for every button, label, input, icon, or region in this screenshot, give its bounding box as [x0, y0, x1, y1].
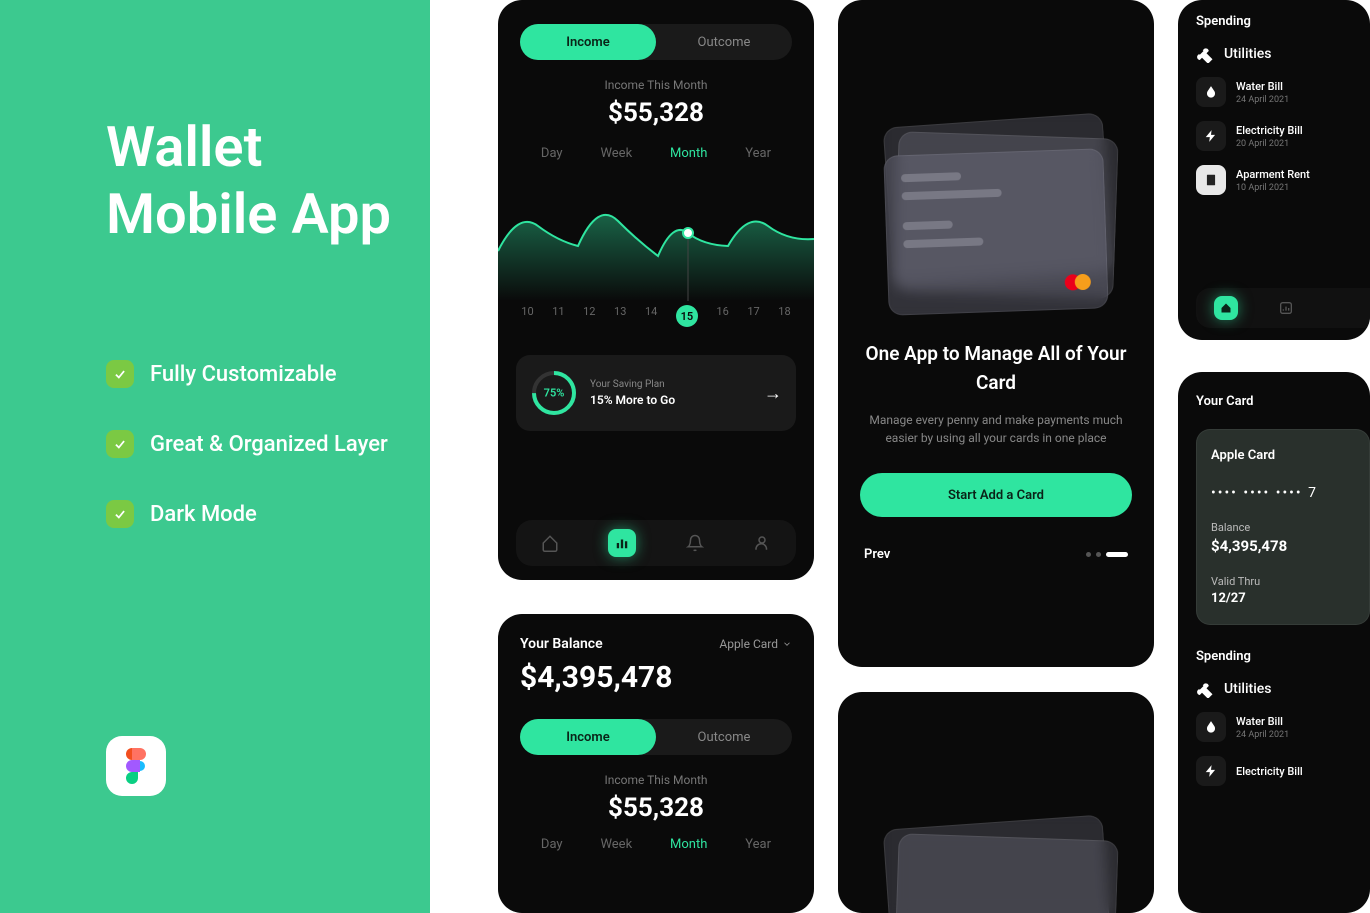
- chart-icon[interactable]: [608, 529, 636, 557]
- tools-icon: [1196, 680, 1214, 698]
- bolt-icon: [1196, 756, 1226, 786]
- tab-year[interactable]: Year: [745, 146, 771, 161]
- feature-list: Fully Customizable Great & Organized Lay…: [106, 360, 388, 570]
- tab-day[interactable]: Day: [541, 146, 563, 161]
- check-icon: [106, 430, 134, 458]
- income-label: Income This Month: [498, 773, 814, 787]
- mastercard-icon: [1062, 272, 1093, 297]
- balance-amount: $4,395,478: [520, 660, 792, 695]
- chart-icon[interactable]: [1278, 300, 1294, 316]
- bell-icon[interactable]: [686, 534, 704, 552]
- add-card-button[interactable]: Start Add a Card: [860, 473, 1132, 517]
- balance-label: Your Balance: [520, 636, 603, 652]
- list-item[interactable]: Water Bill24 April 2021: [1196, 712, 1352, 742]
- arrow-right-icon: →: [764, 383, 782, 404]
- toggle-income[interactable]: Income: [520, 24, 656, 60]
- phone-onboarding-2: [838, 692, 1154, 913]
- period-tabs: Day Week Month Year: [522, 837, 790, 852]
- card-select[interactable]: Apple Card: [719, 637, 792, 651]
- your-card-heading: Your Card: [1196, 394, 1352, 409]
- phone-balance: Your Balance Apple Card $4,395,478 Incom…: [498, 614, 814, 913]
- pager-dots: [1086, 552, 1128, 557]
- toggle-income[interactable]: Income: [520, 719, 656, 755]
- tab-month[interactable]: Month: [670, 146, 707, 161]
- toggle-group: Income Outcome: [520, 719, 792, 755]
- feature-item: Great & Organized Layer: [106, 430, 388, 458]
- tab-day[interactable]: Day: [541, 837, 563, 852]
- bolt-icon: [1196, 121, 1226, 151]
- check-icon: [106, 500, 134, 528]
- date-axis: 10 11 12 13 14 15 16 17 18: [498, 305, 814, 327]
- cards-illustration: [838, 60, 1154, 340]
- prev-link[interactable]: Prev: [864, 547, 890, 562]
- tab-week[interactable]: Week: [600, 146, 632, 161]
- phone-onboarding: One App to Manage All of Your Card Manag…: [838, 0, 1154, 667]
- phone-spending: Spending Utilities Water Bill24 April 20…: [1178, 0, 1370, 340]
- spending-heading: Spending: [1196, 14, 1352, 29]
- list-item[interactable]: Aparment Rent10 April 2021: [1196, 165, 1352, 195]
- tools-icon: [1196, 45, 1214, 63]
- home-icon[interactable]: [541, 534, 559, 552]
- list-item[interactable]: Water Bill24 April 2021: [1196, 77, 1352, 107]
- income-label: Income This Month: [498, 78, 814, 92]
- figma-icon: [106, 736, 166, 796]
- card-panel[interactable]: Apple Card •••• •••• •••• 7 Balance $4,3…: [1196, 429, 1370, 625]
- line-chart: 10 11 12 13 14 15 16 17 18: [498, 171, 814, 341]
- feature-item: Dark Mode: [106, 500, 388, 528]
- bottom-nav: [516, 520, 796, 566]
- list-item[interactable]: Electricity Bill: [1196, 756, 1352, 786]
- toggle-outcome[interactable]: Outcome: [656, 24, 792, 60]
- phone-stats: Income Outcome Income This Month $55,328…: [498, 0, 814, 580]
- progress-ring: 75%: [530, 369, 578, 417]
- saving-plan-card[interactable]: 75% Your Saving Plan 15% More to Go →: [516, 355, 796, 431]
- hero-sub: Manage every penny and make payments muc…: [864, 411, 1128, 447]
- doc-icon: [1196, 165, 1226, 195]
- check-icon: [106, 360, 134, 388]
- income-amount: $55,328: [498, 98, 814, 128]
- tab-week[interactable]: Week: [600, 837, 632, 852]
- tab-year[interactable]: Year: [745, 837, 771, 852]
- feature-item: Fully Customizable: [106, 360, 388, 388]
- water-icon: [1196, 77, 1226, 107]
- promo-title: Wallet Mobile App: [106, 114, 391, 248]
- promo-panel: Wallet Mobile App Fully Customizable Gre…: [0, 0, 430, 913]
- home-icon[interactable]: [1214, 296, 1238, 320]
- period-tabs: Day Week Month Year: [522, 146, 790, 161]
- phone-card-detail: Your Card Apple Card •••• •••• •••• 7 Ba…: [1178, 372, 1370, 913]
- date-active[interactable]: 15: [676, 305, 698, 327]
- user-icon[interactable]: [753, 534, 771, 552]
- water-icon: [1196, 712, 1226, 742]
- hero-title: One App to Manage All of Your Card: [864, 340, 1128, 397]
- bottom-nav: [1196, 288, 1370, 328]
- income-amount: $55,328: [498, 793, 814, 823]
- toggle-outcome[interactable]: Outcome: [656, 719, 792, 755]
- spending-heading: Spending: [1196, 649, 1352, 664]
- tab-month[interactable]: Month: [670, 837, 707, 852]
- toggle-group: Income Outcome: [520, 24, 792, 60]
- list-item[interactable]: Electricity Bill20 April 2021: [1196, 121, 1352, 151]
- category-utilities[interactable]: Utilities: [1196, 680, 1352, 698]
- category-utilities[interactable]: Utilities: [1196, 45, 1352, 63]
- chevron-down-icon: [782, 639, 792, 649]
